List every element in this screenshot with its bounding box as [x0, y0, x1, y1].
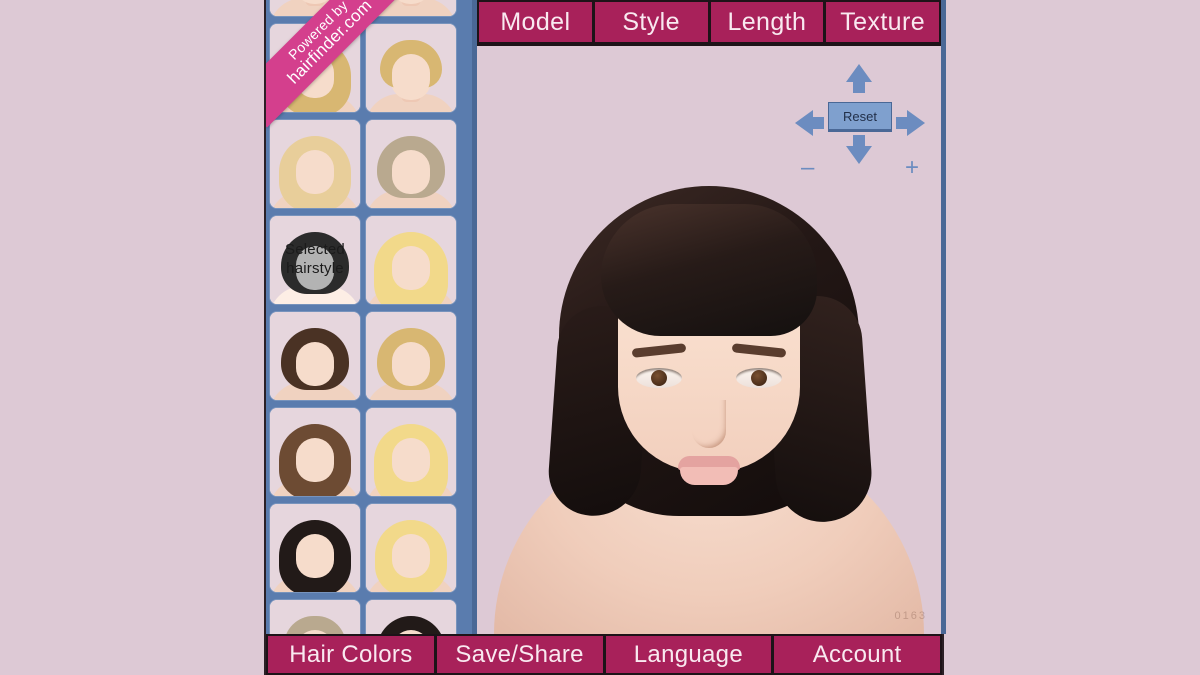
tab-texture[interactable]: Texture: [826, 2, 939, 42]
selected-hairstyle-overlay-line-2: hairstyle: [286, 260, 344, 277]
hairstyle-thumbnail[interactable]: [366, 600, 456, 634]
hairstyle-thumbnail[interactable]: [366, 24, 456, 112]
model-iris-left: [651, 370, 667, 386]
thumbnail-hair: [374, 232, 448, 304]
hairstyle-thumbnail[interactable]: [270, 120, 360, 208]
hairstyle-thumbnail[interactable]: [270, 600, 360, 634]
model-iris-right: [751, 370, 767, 386]
thumbnail-hair: [377, 136, 445, 198]
tab-length[interactable]: Length: [710, 2, 824, 42]
move-up-arrow-stem[interactable]: [853, 81, 865, 93]
hairstyle-thumbnail[interactable]: [366, 216, 456, 304]
hairstyle-thumbnail[interactable]: [366, 312, 456, 400]
hairstyle-thumbnail[interactable]: [366, 504, 456, 592]
thumbnail-hair: [377, 328, 445, 390]
preview-panel: Model Style Length Texture 0163 Reset – …: [472, 0, 946, 634]
zoom-out-button[interactable]: –: [801, 156, 814, 180]
bottom-tab-bar: Hair Colors Save/Share Language Account: [266, 634, 942, 675]
zoom-in-button[interactable]: +: [905, 156, 919, 180]
preview-stage[interactable]: 0163 Reset – +: [477, 46, 941, 634]
tab-model[interactable]: Model: [479, 2, 592, 42]
move-left-arrow-stem[interactable]: [812, 117, 824, 129]
hairstyle-thumbnail[interactable]: [366, 120, 456, 208]
move-down-arrow-stem[interactable]: [853, 135, 865, 147]
move-left-arrow-icon[interactable]: [795, 110, 813, 136]
hairstyle-thumbnail-sidebar[interactable]: Selected hairstyle Powered by hairfinder.…: [266, 0, 472, 634]
thumbnail-hair: [281, 328, 349, 390]
image-position-control-pad: Reset – +: [795, 64, 925, 180]
thumbnail-hair: [374, 424, 448, 496]
hairstyle-thumbnail[interactable]: [366, 408, 456, 496]
tab-style[interactable]: Style: [594, 2, 708, 42]
hairstyle-thumbnail-selected[interactable]: Selected hairstyle: [270, 216, 360, 304]
move-right-arrow-stem[interactable]: [896, 117, 908, 129]
hairstyle-thumbnail[interactable]: [270, 408, 360, 496]
thumbnail-hair: [380, 40, 442, 88]
thumbnail-hair: [279, 520, 351, 592]
move-down-arrow-icon[interactable]: [846, 146, 872, 164]
model-portrait: [489, 164, 929, 634]
reset-button[interactable]: Reset: [828, 102, 892, 132]
selected-hairstyle-overlay-line-1: Selected: [285, 241, 345, 259]
photo-code-watermark: 0163: [894, 610, 927, 622]
move-up-arrow-icon[interactable]: [846, 64, 872, 82]
thumbnail-hair: [375, 520, 447, 592]
tab-language[interactable]: Language: [605, 636, 772, 673]
model-hair-fringe: [601, 204, 817, 336]
hairstyle-thumbnail[interactable]: [270, 504, 360, 592]
tab-account[interactable]: Account: [774, 636, 940, 673]
tab-save-share[interactable]: Save/Share: [436, 636, 603, 673]
model-nose: [692, 400, 726, 448]
thumbnail-hair: [279, 136, 351, 208]
selected-hairstyle-overlay: Selected hairstyle: [270, 216, 360, 304]
hairstyle-thumbnail[interactable]: [270, 24, 360, 112]
app-frame: Selected hairstyle Powered by hairfinder.…: [264, 0, 946, 675]
move-right-arrow-icon[interactable]: [907, 110, 925, 136]
hairstyle-thumbnail[interactable]: [270, 312, 360, 400]
tab-hair-colors[interactable]: Hair Colors: [268, 636, 434, 673]
hairstyle-thumbnail[interactable]: [366, 0, 456, 16]
hairstyle-thumbnail[interactable]: [270, 0, 360, 16]
thumbnail-hair: [279, 424, 351, 496]
thumbnail-hair: [279, 40, 351, 112]
app-root: Selected hairstyle Powered by hairfinder.…: [0, 0, 1200, 675]
hairstyle-thumbnail-grid: Selected hairstyle: [266, 0, 472, 634]
model-lower-lip: [680, 467, 738, 485]
top-tab-bar: Model Style Length Texture: [477, 0, 941, 46]
